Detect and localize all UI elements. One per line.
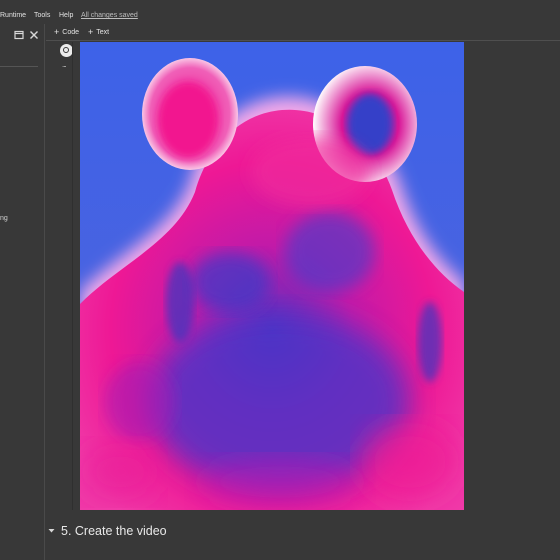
cell-gutter: ...: [56, 42, 78, 510]
output-artwork: [80, 42, 464, 510]
section-title: 5. Create the video: [61, 524, 167, 538]
cell-divider: [72, 42, 73, 510]
menu-runtime[interactable]: Runtime: [0, 11, 26, 20]
window-icon[interactable]: [14, 30, 24, 43]
panel-text-fragment: ng: [0, 215, 8, 222]
plus-icon: +: [88, 27, 94, 37]
add-code-label: Code: [62, 29, 79, 36]
notebook-toolbar: + Code + Text: [46, 24, 560, 41]
add-text-button[interactable]: + Text: [88, 26, 109, 38]
save-status-link[interactable]: All changes saved: [81, 11, 138, 20]
add-code-button[interactable]: + Code: [54, 26, 79, 38]
menu-tools[interactable]: Tools: [34, 11, 50, 20]
close-icon[interactable]: [29, 30, 39, 43]
output-image: [80, 42, 464, 510]
panel-divider: [0, 66, 38, 67]
cell-more-icon[interactable]: ...: [62, 60, 67, 69]
chevron-down-icon[interactable]: [48, 528, 55, 536]
plus-icon: +: [54, 27, 60, 37]
add-text-label: Text: [96, 29, 110, 36]
side-panel: ng: [0, 24, 45, 560]
menu-help[interactable]: Help: [59, 11, 73, 20]
menu-bar: Runtime Tools Help All changes saved: [0, 0, 560, 24]
